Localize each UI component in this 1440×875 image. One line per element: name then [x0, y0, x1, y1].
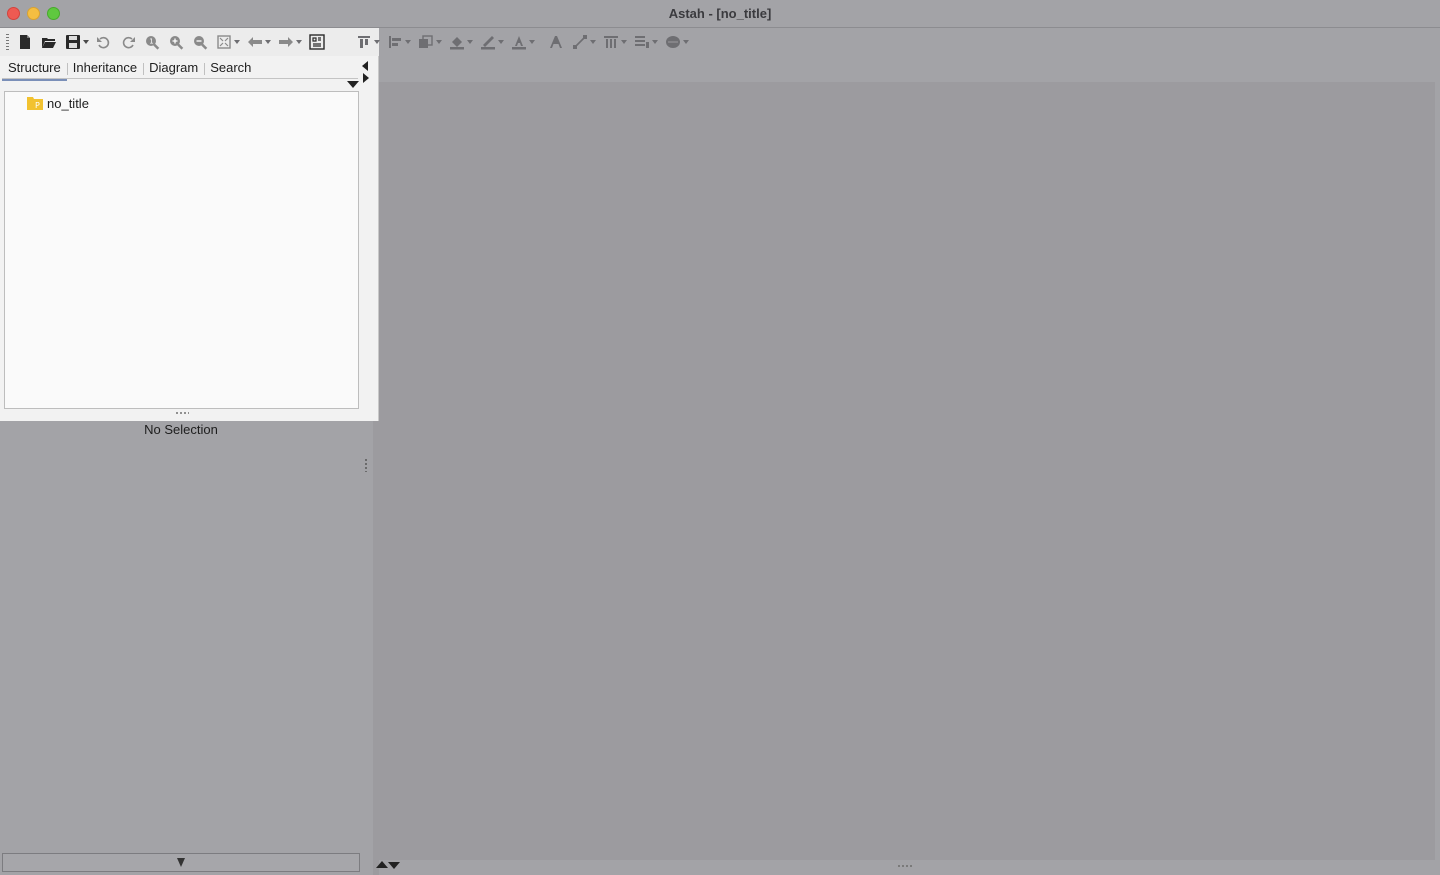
fill-menu-arrow-icon[interactable]: [467, 40, 473, 44]
panel-toolbar-grip[interactable]: [6, 34, 9, 50]
title-bar: Astah - [no_title]: [0, 0, 1440, 28]
svg-text:1: 1: [149, 38, 153, 46]
line-style-icon[interactable]: [568, 30, 592, 54]
diagram-toolbar: [352, 28, 692, 56]
align-menu-arrow-icon[interactable]: [374, 40, 380, 44]
open-folder-icon[interactable]: [37, 30, 61, 54]
table-icon[interactable]: [599, 30, 623, 54]
tree-item-label: no_title: [47, 95, 89, 111]
fill-color-icon[interactable]: [445, 30, 469, 54]
save-icon[interactable]: [61, 30, 85, 54]
forward-menu-arrow-icon[interactable]: [296, 40, 302, 44]
layer-menu-arrow-icon[interactable]: [436, 40, 442, 44]
scroll-down-icon[interactable]: [388, 862, 400, 869]
font-style-icon[interactable]: [544, 30, 568, 54]
zoom-in-icon[interactable]: [164, 30, 188, 54]
vertical-divider[interactable]: [362, 421, 373, 875]
panel-toolbar: 1: [0, 28, 379, 56]
diagram-canvas[interactable]: [379, 82, 1435, 860]
align-icon[interactable]: [352, 30, 376, 54]
font-color-menu-arrow-icon[interactable]: [529, 40, 535, 44]
expand-right-icon[interactable]: [361, 72, 371, 84]
save-menu-arrow-icon[interactable]: [83, 40, 89, 44]
structure-tree[interactable]: P no_title: [4, 91, 359, 409]
distribute-menu-arrow-icon[interactable]: [405, 40, 411, 44]
vertical-splitter-grip[interactable]: [364, 458, 368, 472]
circle-menu-arrow-icon[interactable]: [683, 40, 689, 44]
package-icon-letter: P: [35, 101, 40, 110]
line-style-menu-arrow-icon[interactable]: [590, 40, 596, 44]
tab-inheritance[interactable]: Inheritance: [66, 58, 143, 78]
distribute-icon[interactable]: [383, 30, 407, 54]
diagram-bottom-splitter[interactable]: [897, 864, 913, 868]
collapse-left-icon[interactable]: [361, 60, 371, 71]
tab-list-dropdown-icon[interactable]: [346, 79, 360, 89]
table-menu-arrow-icon[interactable]: [621, 40, 627, 44]
horizontal-splitter-grip[interactable]: [175, 411, 189, 415]
back-menu-arrow-icon[interactable]: [265, 40, 271, 44]
tree-item[interactable]: P no_title: [27, 95, 89, 111]
no-selection-label: No Selection: [144, 422, 218, 437]
zoom-fit-icon[interactable]: 1: [140, 30, 164, 54]
fit-window-icon[interactable]: [212, 30, 236, 54]
panel-collapse-bar[interactable]: [2, 853, 360, 872]
window-title: Astah - [no_title]: [668, 6, 772, 21]
scroll-up-icon[interactable]: [376, 861, 388, 868]
undo-icon[interactable]: [92, 30, 116, 54]
redo-icon[interactable]: [116, 30, 140, 54]
package-icon: P: [27, 97, 43, 110]
layout-icon[interactable]: [630, 30, 654, 54]
property-panel: No Selection: [0, 421, 362, 875]
tab-search[interactable]: Search: [204, 58, 257, 78]
zoom-out-icon[interactable]: [188, 30, 212, 54]
tab-diagram[interactable]: Diagram: [143, 58, 204, 78]
circle-shape-icon[interactable]: [661, 30, 685, 54]
fit-menu-arrow-icon[interactable]: [234, 40, 240, 44]
back-arrow-icon[interactable]: [243, 30, 267, 54]
diagram-left-edge: [373, 421, 379, 875]
show-hide-icon[interactable]: [305, 30, 329, 54]
new-file-icon[interactable]: [13, 30, 37, 54]
project-panel: 1 Structure Inheritance Diagram Search P…: [0, 28, 379, 421]
forward-arrow-icon[interactable]: [274, 30, 298, 54]
project-tabs: Structure Inheritance Diagram Search: [2, 58, 257, 81]
layer-order-icon[interactable]: [414, 30, 438, 54]
tabs-underline: [2, 78, 358, 79]
layout-menu-arrow-icon[interactable]: [652, 40, 658, 44]
font-color-icon[interactable]: [507, 30, 531, 54]
diagram-scroll-arrows[interactable]: [376, 859, 402, 871]
line-menu-arrow-icon[interactable]: [498, 40, 504, 44]
line-color-icon[interactable]: [476, 30, 500, 54]
diagram-area: [379, 56, 1440, 875]
